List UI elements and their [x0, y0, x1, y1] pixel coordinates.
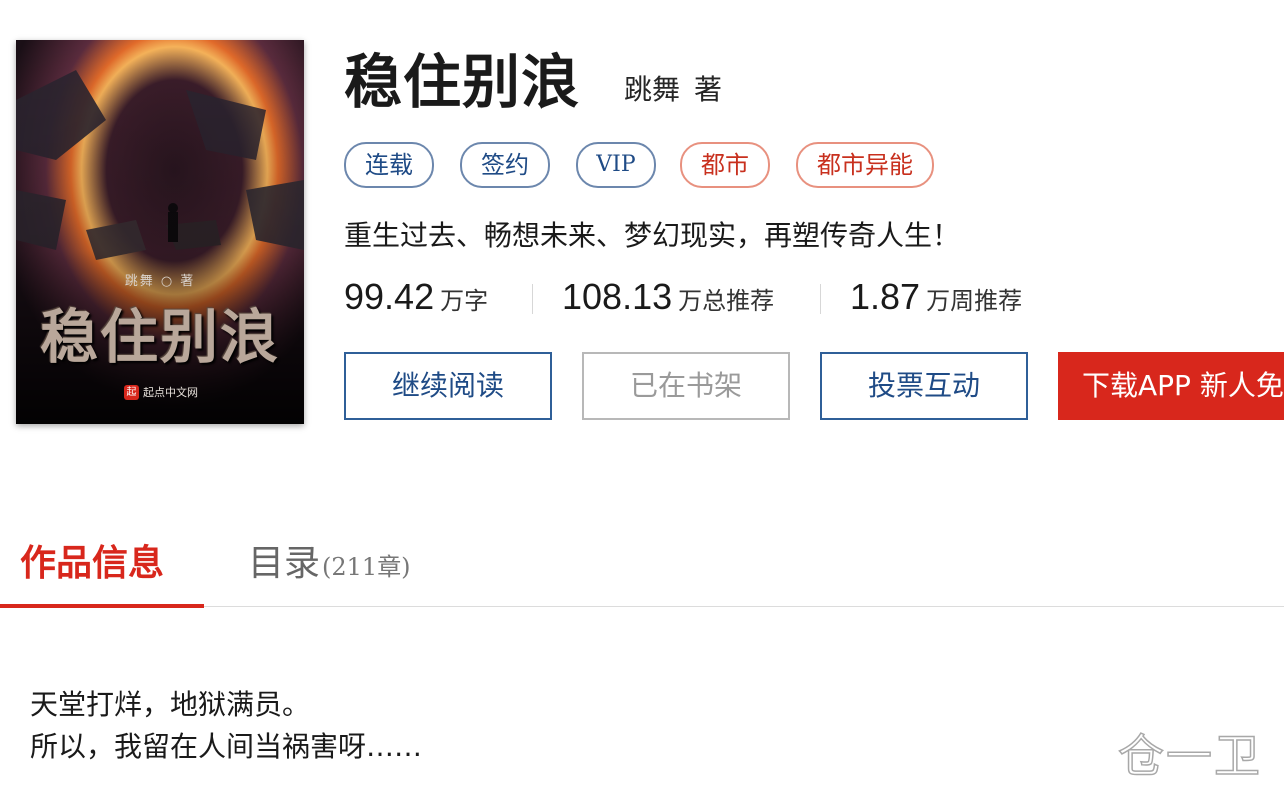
watermark-text: 仓一卫 — [1117, 728, 1262, 784]
on-bookshelf-button[interactable]: 已在书架 — [582, 352, 790, 420]
tag-category[interactable]: 都市 — [680, 142, 770, 188]
author-suffix: 著 — [694, 73, 723, 106]
book-title: 稳住别浪 — [344, 48, 581, 116]
publisher-logo-icon: 起 — [124, 384, 139, 400]
book-cover[interactable]: 跳舞 ○ 著 稳住别浪 起 起点中文网 — [16, 40, 304, 424]
tab-work-info[interactable]: 作品信息 — [0, 530, 204, 608]
stat-unit: 万字 — [440, 287, 489, 315]
continue-reading-button[interactable]: 继续阅读 — [344, 352, 552, 420]
download-app-button[interactable]: 下载APP 新人免费 — [1058, 352, 1284, 420]
author-name[interactable]: 跳舞 — [624, 73, 680, 106]
book-detail-page: 跳舞 ○ 著 稳住别浪 起 起点中文网 稳住别浪 跳舞著 连载 签约 VIP 都… — [0, 0, 1284, 802]
cover-title: 稳住别浪 — [39, 303, 280, 371]
chapter-count: (211章) — [322, 553, 411, 581]
stat-divider — [820, 284, 821, 314]
book-description: 天堂打烊，地狱满员。 所以，我留在人间当祸害呀…… — [30, 684, 422, 768]
tag-status[interactable]: 连载 — [344, 142, 434, 188]
tag-subcategory[interactable]: 都市异能 — [796, 142, 934, 188]
description-line: 天堂打烊，地狱满员。 — [30, 688, 311, 721]
cover-publisher-logo: 起 起点中文网 — [124, 384, 198, 400]
stat-word-count: 99.42 万字 — [344, 276, 488, 318]
stat-unit: 万周推荐 — [926, 287, 1023, 315]
tab-toc-label: 目录 — [248, 543, 321, 584]
vote-interact-button[interactable]: 投票互动 — [820, 352, 1028, 420]
detail-tabs: 作品信息 目录(211章) — [0, 530, 1284, 608]
stat-value: 1.87 — [850, 276, 921, 317]
tag-signed[interactable]: 签约 — [460, 142, 550, 188]
stat-divider — [532, 284, 533, 314]
stat-weekly-recommend: 1.87 万周推荐 — [850, 276, 1022, 318]
tab-work-info-label: 作品信息 — [20, 543, 165, 584]
book-intro: 重生过去、畅想未来、梦幻现实，再塑传奇人生！ — [344, 219, 961, 252]
cover-author-line: 跳舞 ○ 著 — [124, 274, 196, 289]
description-line: 所以，我留在人间当祸害呀…… — [30, 730, 423, 763]
stat-value: 99.42 — [344, 276, 435, 317]
stat-unit: 万总推荐 — [678, 287, 775, 315]
tag-vip[interactable]: VIP — [576, 142, 656, 188]
tab-table-of-contents[interactable]: 目录(211章) — [248, 530, 411, 608]
stat-value: 108.13 — [562, 276, 673, 317]
stat-total-recommend: 108.13 万总推荐 — [562, 276, 774, 318]
active-tab-indicator — [0, 604, 204, 608]
book-stats: 99.42 万字 108.13 万总推荐 1.87 万周推荐 — [344, 276, 1064, 322]
publisher-name: 起点中文网 — [143, 386, 198, 399]
book-author: 跳舞著 — [624, 72, 722, 108]
